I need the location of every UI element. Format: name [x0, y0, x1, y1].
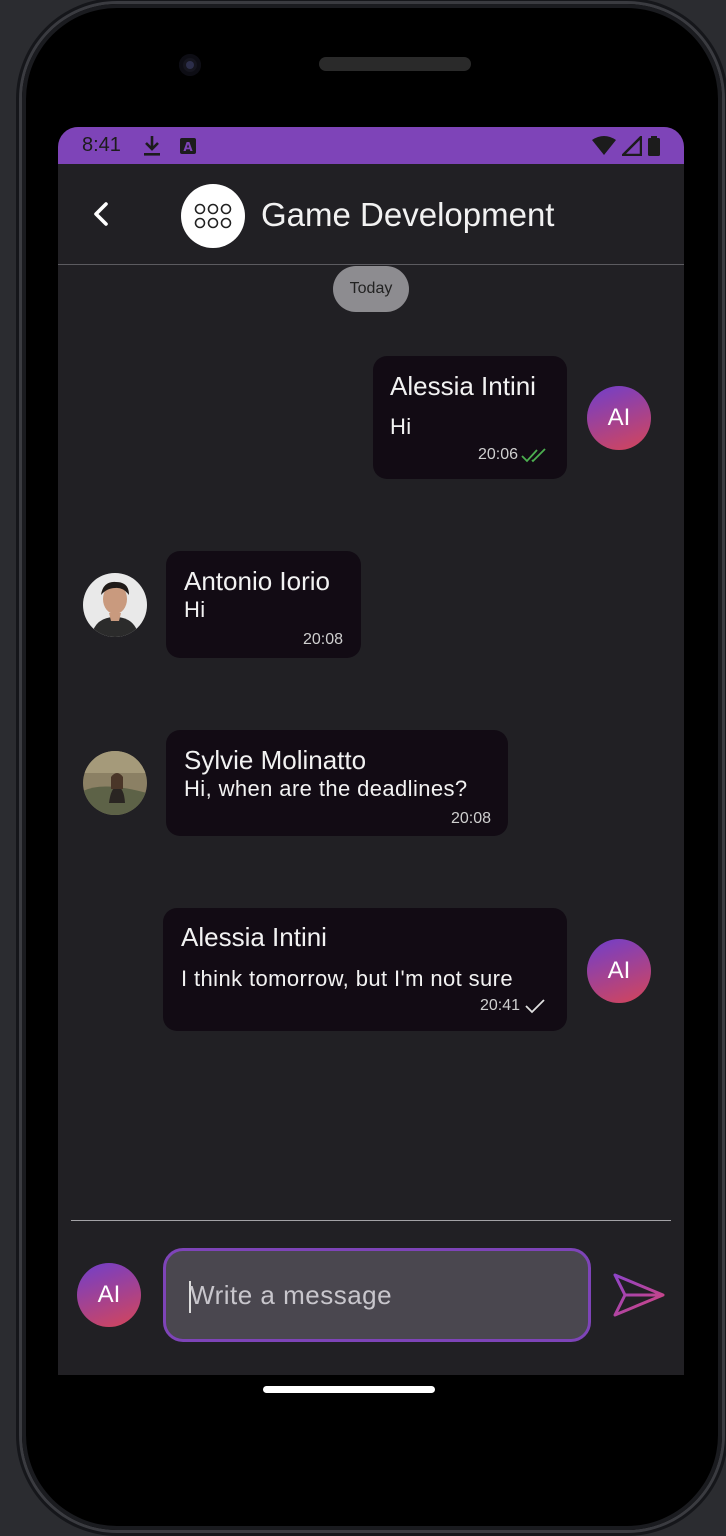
- message-text: I think tomorrow, but I'm not sure: [181, 966, 514, 991]
- back-arrow-icon[interactable]: [88, 200, 116, 228]
- message-time: 20:08: [302, 631, 343, 648]
- earpiece-speaker: [319, 57, 471, 71]
- sender-avatar-photo[interactable]: [83, 751, 147, 815]
- message-sender: Alessia Intini: [181, 922, 327, 952]
- date-chip: Today: [333, 266, 409, 312]
- message-bubble[interactable]: Alessia Intini Hi 20:06: [373, 356, 567, 479]
- composer-avatar[interactable]: AI: [77, 1263, 141, 1327]
- message-time: 20:08: [450, 810, 491, 827]
- download-icon: [143, 135, 160, 156]
- message-input-placeholder: Write a message: [190, 1280, 393, 1310]
- person-photo-icon: [83, 751, 147, 815]
- person-photo-icon: [83, 573, 147, 637]
- message-time: 20:06: [477, 446, 518, 463]
- chat-title: Game Development: [261, 196, 555, 233]
- keyboard-a-icon: A: [179, 137, 196, 154]
- svg-text:A: A: [183, 140, 193, 154]
- group-avatar[interactable]: [181, 184, 245, 248]
- front-camera: [179, 54, 201, 76]
- send-icon[interactable]: [611, 1271, 667, 1319]
- message-text: Hi: [184, 597, 206, 622]
- message-sender: Alessia Intini: [390, 371, 536, 401]
- sender-avatar-photo[interactable]: [83, 573, 147, 637]
- message-bubble[interactable]: Sylvie Molinatto Hi, when are the deadli…: [166, 730, 508, 836]
- message-input[interactable]: Write a message: [163, 1248, 591, 1342]
- cellular-signal-icon: [622, 135, 642, 156]
- sender-avatar[interactable]: AI: [587, 939, 651, 1003]
- message-sender: Sylvie Molinatto: [184, 745, 367, 775]
- group-people-icon: [194, 203, 232, 229]
- message-bubble[interactable]: Antonio Iorio Hi 20:08: [166, 551, 361, 658]
- message-bubble[interactable]: Alessia Intini I think tomorrow, but I'm…: [163, 908, 567, 1031]
- home-indicator[interactable]: [263, 1386, 435, 1393]
- message-text: Hi, when are the deadlines?: [184, 776, 468, 801]
- double-check-read-icon: [521, 448, 546, 463]
- status-bar: 8:41 A: [58, 127, 684, 164]
- composer-divider: [71, 1220, 671, 1221]
- status-time: 8:41: [82, 134, 121, 156]
- wifi-icon: [592, 135, 616, 155]
- app-screen: 8:41 A Game Development Today Alessia In…: [58, 127, 684, 1375]
- sender-avatar[interactable]: AI: [587, 386, 651, 450]
- single-check-sent-icon: [525, 999, 545, 1014]
- message-time: 20:41: [479, 997, 520, 1014]
- battery-icon: [648, 135, 660, 156]
- message-text: Hi: [390, 414, 412, 439]
- message-sender: Antonio Iorio: [184, 566, 330, 596]
- chat-header: Game Development: [58, 164, 684, 265]
